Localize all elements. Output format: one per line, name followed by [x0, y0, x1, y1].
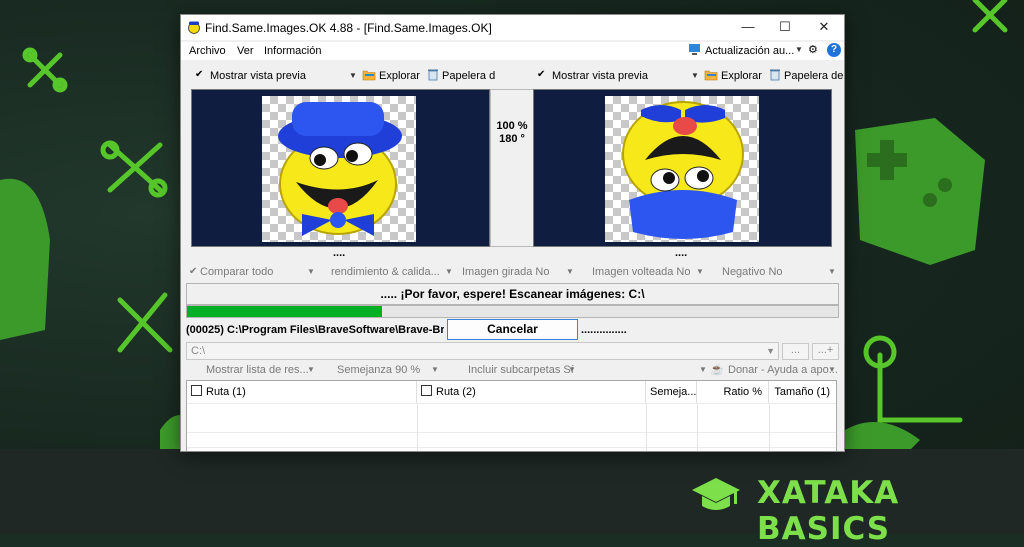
similarity-option[interactable]: Semejanza 90 %: [337, 364, 420, 376]
table-divider: [187, 432, 836, 433]
chevron-down-icon[interactable]: ▼: [699, 365, 707, 374]
rotation-value: 180 °: [499, 133, 525, 145]
checkbox-icon[interactable]: [191, 385, 202, 396]
table-divider: [697, 403, 698, 451]
chevron-down-icon[interactable]: ▼: [307, 267, 315, 276]
right-toolbar: ✔ Mostrar vista previa ▼ Explorar Papele…: [523, 67, 844, 87]
chevron-down-icon[interactable]: ▼: [828, 267, 836, 276]
right-explore-button[interactable]: Explorar: [721, 70, 762, 82]
compare-all-option[interactable]: Comparar todo: [200, 266, 273, 278]
folder-icon: [362, 68, 376, 84]
show-list-option[interactable]: Mostrar lista de res...: [206, 364, 309, 376]
chevron-down-icon[interactable]: ▼: [566, 267, 574, 276]
chevron-down-icon[interactable]: ▼: [766, 343, 775, 359]
menu-ver[interactable]: Ver: [237, 45, 254, 57]
table-divider: [187, 403, 836, 404]
right-preview-image: [605, 96, 759, 242]
tools-icon[interactable]: ⚙: [808, 43, 818, 56]
donate-icon: ☕: [710, 364, 724, 376]
subfolders-option[interactable]: Incluir subcarpetas Sí: [468, 364, 574, 376]
checkbox-icon[interactable]: [421, 385, 432, 396]
column-header-path-1[interactable]: Ruta (1): [187, 381, 417, 403]
app-icon: [188, 21, 200, 34]
add-path-button[interactable]: ...+: [812, 343, 839, 360]
right-preview-toggle[interactable]: Mostrar vista previa: [552, 70, 648, 82]
column-header-size[interactable]: Tamaño (1): [769, 381, 836, 403]
results-table[interactable]: Ruta (1) Ruta (2) Semeja... Ratio % Tama…: [186, 380, 837, 451]
chevron-down-icon[interactable]: ▼: [307, 365, 315, 374]
close-button[interactable]: ✕: [809, 18, 839, 36]
scan-status: ..... ¡Por favor, espere! Escanear imáge…: [186, 283, 839, 305]
checkmark-icon[interactable]: ✔: [537, 69, 545, 80]
cancel-button[interactable]: Cancelar: [447, 319, 578, 340]
right-preview-dots: ....: [675, 247, 688, 259]
browse-button[interactable]: ...: [782, 343, 809, 360]
app-window: Find.Same.Images.OK 4.88 - [Find.Same.Im…: [180, 14, 845, 452]
window-title: Find.Same.Images.OK 4.88 - [Find.Same.Im…: [205, 21, 492, 35]
left-preview-image: [262, 96, 416, 242]
column-header-path-2[interactable]: Ruta (2): [417, 381, 646, 403]
right-recycle-button[interactable]: Papelera de: [784, 70, 843, 82]
chevron-down-icon[interactable]: ▼: [431, 365, 439, 374]
comparison-options-bar: ✔ Comparar todo ▼ rendimiento & calida..…: [181, 264, 844, 282]
menu-archivo[interactable]: Archivo: [189, 45, 226, 57]
scan-progress-fill: [187, 306, 383, 317]
help-button[interactable]: ?: [827, 43, 841, 57]
left-preview-toggle[interactable]: Mostrar vista previa: [210, 70, 306, 82]
update-menu[interactable]: Actualización au...: [705, 45, 794, 57]
checkmark-icon: ✔: [189, 266, 198, 277]
chevron-down-icon[interactable]: ▼: [795, 45, 803, 54]
table-divider: [646, 403, 647, 451]
scale-value: 100 %: [496, 120, 528, 132]
title-bar: Find.Same.Images.OK 4.88 - [Find.Same.Im…: [181, 15, 844, 40]
recycle-bin-icon: [769, 68, 781, 84]
table-divider: [187, 447, 836, 448]
current-scan-path: (00025) C:\Program Files\BraveSoftware\B…: [186, 324, 444, 336]
performance-option[interactable]: rendimiento & calida...: [331, 266, 440, 278]
checkmark-icon[interactable]: ✔: [195, 69, 203, 80]
folder-icon: [704, 68, 718, 84]
update-icon: [688, 43, 702, 56]
donate-option[interactable]: Donar - Ayuda a apo...: [728, 364, 838, 376]
recycle-bin-icon: [427, 68, 439, 84]
chevron-down-icon[interactable]: ▼: [445, 267, 453, 276]
chevron-down-icon[interactable]: ▼: [691, 71, 699, 80]
column-header-ratio[interactable]: Ratio %: [697, 381, 769, 403]
scan-progress-bar: [186, 305, 839, 318]
maximize-button[interactable]: ☐: [770, 18, 800, 36]
comparison-info: 100 % 180 °: [490, 89, 534, 247]
table-divider: [769, 403, 770, 451]
minimize-button[interactable]: —: [733, 18, 763, 36]
left-recycle-button[interactable]: Papelera d: [442, 70, 495, 82]
chevron-down-icon[interactable]: ▼: [349, 71, 357, 80]
left-preview-dots: ....: [333, 247, 346, 259]
rotated-option[interactable]: Imagen girada No: [462, 266, 549, 278]
left-toolbar: ✔ Mostrar vista previa ▼ Explorar Papele…: [181, 67, 501, 87]
scan-trail: ...............: [581, 324, 627, 336]
left-explore-button[interactable]: Explorar: [379, 70, 420, 82]
column-header-similarity[interactable]: Semeja...: [646, 381, 697, 403]
list-options-bar: Mostrar lista de res... ▼ Semejanza 90 %…: [181, 363, 844, 379]
menu-informacion[interactable]: Información: [264, 45, 321, 57]
menu-bar: Archivo Ver Información Actualización au…: [181, 42, 844, 60]
brand-logo-text: XATAKA BASICS: [757, 475, 900, 547]
negative-option[interactable]: Negativo No: [722, 266, 783, 278]
table-divider: [417, 403, 418, 451]
flipped-option[interactable]: Imagen volteada No: [592, 266, 690, 278]
left-preview-panel[interactable]: [191, 89, 490, 247]
chevron-down-icon[interactable]: ▼: [828, 365, 836, 374]
right-preview-panel[interactable]: [533, 89, 832, 247]
chevron-down-icon[interactable]: ▼: [568, 365, 576, 374]
graduation-cap-icon: [692, 478, 740, 510]
chevron-down-icon[interactable]: ▼: [696, 267, 704, 276]
scan-path-value: C:\: [191, 345, 206, 357]
scan-path-input[interactable]: C:\ ▼: [186, 342, 779, 360]
